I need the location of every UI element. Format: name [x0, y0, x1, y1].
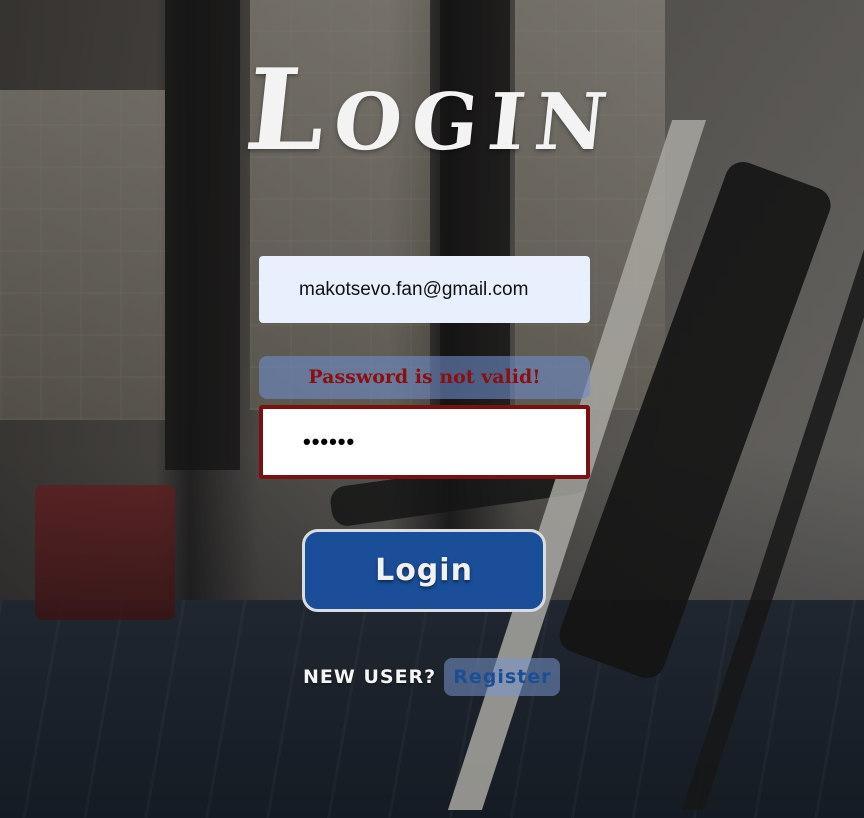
new-user-label: NEW USER? — [303, 666, 437, 688]
email-field[interactable]: makotsevo.fan@gmail.com — [259, 256, 590, 323]
password-field[interactable]: •••••• — [259, 405, 590, 479]
login-button[interactable]: Login — [302, 529, 546, 612]
register-row: NEW USER? Register — [303, 658, 561, 696]
page-title: Login — [239, 45, 625, 176]
register-link[interactable]: Register — [444, 658, 561, 696]
password-error-message: Password is not valid! — [259, 356, 590, 399]
login-container: Login makotsevo.fan@gmail.com Password i… — [0, 0, 864, 818]
